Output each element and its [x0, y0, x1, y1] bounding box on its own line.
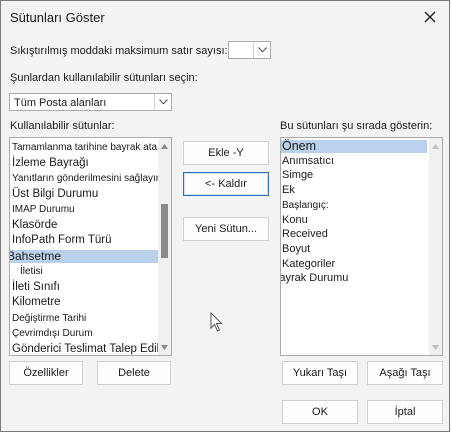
source-select[interactable]: Tüm Posta alanları	[9, 93, 172, 111]
source-dropdown-arrow[interactable]	[154, 94, 171, 110]
dialog-title: Sütunları Göster	[10, 10, 105, 25]
delete-button[interactable]: Delete	[97, 361, 171, 385]
available-column-item[interactable]: Kilometre	[12, 296, 61, 309]
scroll-up-arrow-icon[interactable]	[158, 140, 171, 152]
available-column-item[interactable]: Üst Bilgi Durumu	[12, 188, 98, 201]
move-up-button[interactable]: Yukarı Taşı	[282, 361, 358, 385]
close-icon	[424, 11, 436, 23]
available-column-item[interactable]: İletisi	[20, 265, 43, 278]
available-column-item[interactable]: IMAP Durumu	[12, 203, 75, 216]
cancel-button[interactable]: İptal	[367, 400, 443, 424]
show-columns-dialog: Sütunları Göster Sıkıştırılmış moddaki m…	[0, 0, 450, 432]
properties-button[interactable]: Özellikler	[9, 361, 83, 385]
available-columns-label: Kullanılabilir sütunlar:	[10, 120, 115, 132]
available-column-item[interactable]: Tamamlanma tarihine bayrak ata	[12, 141, 157, 154]
shown-column-item[interactable]: Önem	[281, 140, 427, 153]
available-column-item[interactable]: Gönderici Teslimat Talep Edildi	[12, 343, 168, 356]
shown-column-item[interactable]: Simge	[282, 169, 313, 182]
chevron-down-icon	[257, 47, 267, 53]
scroll-down-arrow-icon[interactable]	[429, 341, 442, 353]
max-rows-label: Sıkıştırılmış moddaki maksimum satır say…	[10, 45, 237, 57]
available-column-item[interactable]: Çevrimdışı Durum	[12, 327, 93, 340]
move-down-button[interactable]: Aşağı Taşı	[367, 361, 443, 385]
chevron-down-icon	[158, 99, 168, 105]
shown-column-item[interactable]: Ek	[282, 184, 295, 197]
available-column-item[interactable]: İleti Sınıfı	[12, 281, 60, 294]
mouse-pointer-icon	[210, 312, 223, 332]
available-column-item[interactable]: Değiştirme Tarihi	[12, 312, 86, 325]
close-button[interactable]	[417, 5, 443, 29]
shown-columns-label: Bu sütunları şu sırada gösterin:	[280, 120, 433, 132]
title-bar: Sütunları Göster	[1, 1, 449, 33]
shown-scrollbar[interactable]	[429, 138, 442, 355]
available-column-item[interactable]: Yanıtların gönderilmesini sağlayın	[12, 172, 161, 185]
shown-column-item[interactable]: Kategoriler	[282, 258, 335, 271]
max-rows-dropdown-arrow[interactable]	[253, 42, 270, 58]
available-column-item[interactable]: Bahsetme	[10, 249, 159, 263]
shown-column-item[interactable]: Anımsatıcı	[282, 155, 334, 168]
available-columns-list[interactable]: Tamamlanma tarihine bayrak ata İzleme Bay…	[9, 137, 172, 356]
remove-button[interactable]: <- Kaldır	[183, 172, 269, 196]
available-column-item[interactable]: İzleme Bayrağı	[12, 157, 89, 170]
source-selected-value: Tüm Posta alanları	[14, 97, 107, 109]
shown-column-item[interactable]: Başlangıç:	[282, 199, 329, 212]
available-column-item[interactable]: Klasörde	[12, 219, 57, 232]
shown-column-item[interactable]: Konu	[282, 214, 308, 227]
scroll-down-arrow-icon[interactable]	[158, 341, 171, 353]
ok-button[interactable]: OK	[282, 400, 358, 424]
source-label: Şunlardan kullanılabilir sütunları seçin…	[10, 72, 198, 84]
shown-column-item[interactable]: Bayrak Durumu	[281, 272, 348, 285]
shown-column-item[interactable]: Boyut	[282, 243, 310, 256]
available-column-item[interactable]: InfoPath Form Türü	[12, 234, 112, 247]
max-rows-combo[interactable]	[228, 41, 271, 59]
scroll-up-arrow-icon[interactable]	[429, 140, 442, 152]
available-scrollbar-thumb[interactable]	[161, 204, 168, 258]
shown-columns-list[interactable]: Önem Anımsatıcı Simge Ek Başlangıç: Konu Recei…	[280, 137, 443, 356]
available-scrollbar[interactable]	[158, 138, 171, 355]
new-column-button[interactable]: Yeni Sütun...	[183, 217, 269, 241]
add-button[interactable]: Ekle -Y	[183, 141, 269, 165]
shown-column-item[interactable]: Received	[282, 228, 328, 241]
